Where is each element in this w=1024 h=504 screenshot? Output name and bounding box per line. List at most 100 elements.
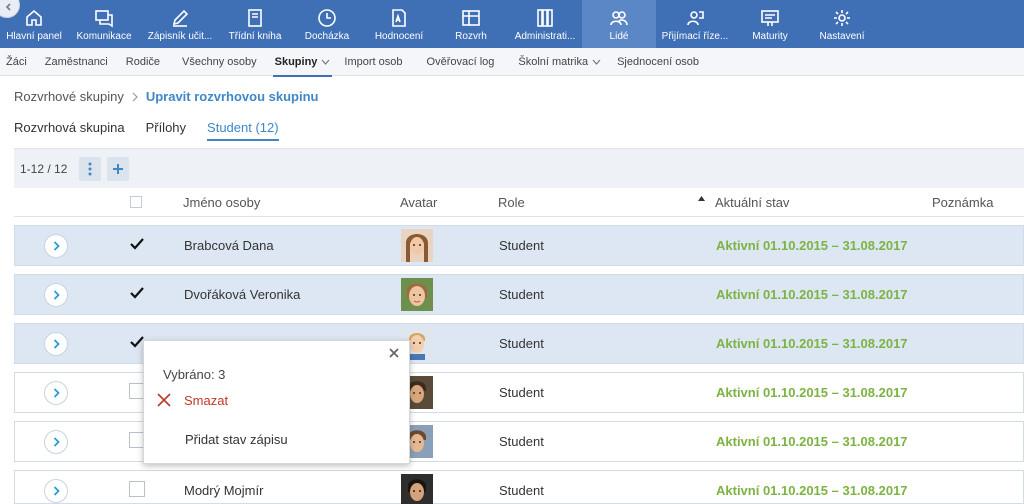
sort-ascending-icon: [698, 196, 705, 201]
nav-item-grades[interactable]: Hodnocení: [364, 0, 434, 48]
chevron-right-icon: [53, 290, 60, 300]
subnav-item-students[interactable]: Žáci: [0, 48, 33, 76]
expand-row-button[interactable]: [44, 332, 68, 356]
checkmark-icon: [130, 336, 144, 348]
table-row[interactable]: Modrý Mojmír Student Aktivní 01.10.2015 …: [14, 470, 1024, 504]
nav-label: Hodnocení: [374, 31, 424, 42]
plus-icon: [113, 163, 124, 174]
list-toolbar: 1-12 / 12: [14, 148, 1024, 188]
person-state: Aktivní 01.10.2015 – 31.08.2017: [716, 483, 908, 498]
breadcrumb-current: Upravit rozvrhovou skupinu: [145, 89, 319, 104]
table-row[interactable]: Dvořáková Veronika Student Aktivní 01.10…: [14, 274, 1024, 315]
subnav-item-merge-persons[interactable]: Sjednocení osob: [611, 48, 705, 76]
subnav-label: Ověřovací log: [426, 55, 495, 68]
column-header-note[interactable]: Poznámka: [932, 195, 993, 210]
subnav-label: Sjednocení osob: [617, 55, 700, 68]
person-name[interactable]: Brabcová Dana: [184, 238, 274, 253]
nav-item-timetable[interactable]: Rozvrh: [434, 0, 508, 48]
vertical-dots-icon: [88, 162, 92, 175]
chat-icon: [95, 10, 113, 28]
nav-label: Nastavení: [819, 31, 865, 42]
nav-label: Rozvrh: [455, 31, 487, 42]
avatar: [401, 278, 433, 311]
expand-row-button[interactable]: [44, 283, 68, 307]
nav-item-settings[interactable]: Nastavení: [806, 0, 878, 48]
subnav-label: Skupiny: [274, 55, 318, 68]
record-count: 1-12 / 12: [20, 161, 68, 176]
column-header-avatar: Avatar: [400, 195, 438, 210]
nav-item-maturity[interactable]: Maturity: [734, 0, 806, 48]
nav-item-attendance[interactable]: Docházka: [290, 0, 364, 48]
subnav-label: Zaměstnanci: [44, 55, 108, 68]
detail-tabs: Rozvrhová skupina Přílohy Student (12): [14, 120, 300, 141]
person-role: Student: [499, 483, 544, 498]
gear-icon: [834, 10, 850, 26]
avatar: [401, 229, 433, 262]
nav-label: Administrati...: [514, 31, 576, 42]
nav-item-people[interactable]: Lidé: [582, 0, 656, 48]
subnav-item-verification-log[interactable]: Ověřovací log: [421, 48, 501, 76]
nav-label: Přijímací říze...: [661, 31, 729, 42]
person-role: Student: [499, 385, 544, 400]
people-icon: [610, 11, 628, 26]
chevron-down-icon: [321, 59, 330, 65]
chevron-right-icon: [53, 241, 60, 251]
nav-label: Docházka: [304, 31, 350, 42]
tab-schedule-group[interactable]: Rozvrhová skupina: [14, 120, 125, 141]
chevron-down-icon: [592, 59, 601, 65]
delete-button[interactable]: Smazat: [156, 392, 228, 408]
expand-row-button[interactable]: [44, 234, 68, 258]
select-all-checkbox[interactable]: [130, 196, 142, 208]
subnav-item-employees[interactable]: Zaměstnanci: [39, 48, 114, 76]
nav-item-class-book[interactable]: Třídní kniha: [220, 0, 290, 48]
nav-label: Zápisník učit...: [147, 31, 213, 42]
chevron-right-icon: [53, 388, 60, 398]
checkmark-icon: [130, 238, 144, 250]
expand-row-button[interactable]: [44, 430, 68, 454]
add-button[interactable]: [107, 156, 130, 181]
nav-item-admission[interactable]: Přijímací říze...: [656, 0, 734, 48]
subnav-label: Všechny osoby: [182, 55, 257, 68]
subnav-item-groups[interactable]: Skupiny: [269, 48, 337, 77]
chevron-right-icon: [53, 486, 60, 496]
expand-row-button[interactable]: [44, 479, 68, 503]
subnav-item-import[interactable]: Import osob: [338, 48, 408, 76]
person-role: Student: [499, 434, 544, 449]
table-row[interactable]: Brabcová Dana Student Aktivní 01.10.2015…: [14, 225, 1024, 266]
subnav-item-all-persons[interactable]: Všechny osoby: [176, 48, 263, 76]
row-checkbox[interactable]: [129, 481, 145, 497]
maturity-icon: [761, 10, 779, 26]
pencil-icon: [172, 9, 189, 27]
column-header-state[interactable]: Aktuální stav: [715, 195, 789, 210]
checkmark-icon: [130, 287, 144, 299]
selected-count: Vybráno: 3: [163, 367, 226, 382]
avatar: [401, 474, 433, 504]
tab-students[interactable]: Student (12): [207, 120, 279, 141]
breadcrumb-root-link[interactable]: Rozvrhové skupiny: [14, 89, 124, 104]
person-role: Student: [499, 238, 544, 253]
nav-item-administration[interactable]: Administrati...: [508, 0, 582, 48]
add-enrollment-state-button[interactable]: Přidat stav zápisu: [185, 432, 288, 447]
nav-item-communication[interactable]: Komunikace: [68, 0, 140, 48]
nav-item-teacher-notebook[interactable]: Zápisník učit...: [140, 0, 220, 48]
subnav-label: Žáci: [6, 55, 27, 68]
selection-actions-popup: Vybráno: 3 Smazat Přidat stav zápisu: [143, 340, 410, 464]
person-state: Aktivní 01.10.2015 – 31.08.2017: [716, 287, 908, 302]
row-checkbox[interactable]: [129, 236, 145, 252]
subnav-item-parents[interactable]: Rodiče: [120, 48, 166, 76]
more-actions-button[interactable]: [79, 156, 102, 181]
person-name[interactable]: Modrý Mojmír: [184, 483, 263, 498]
home-icon: [26, 9, 42, 26]
close-icon[interactable]: [387, 346, 401, 360]
column-header-name[interactable]: Jméno osoby: [183, 195, 260, 210]
chevron-right-icon: [132, 92, 138, 101]
subnav-item-school-register[interactable]: Školní matrika: [512, 48, 607, 76]
table-header: Jméno osoby Avatar Role Aktuální stav Po…: [14, 188, 1024, 217]
person-name[interactable]: Dvořáková Veronika: [184, 287, 300, 302]
delete-label: Smazat: [184, 392, 229, 408]
breadcrumb: Rozvrhové skupiny Upravit rozvrhovou sku…: [14, 89, 318, 104]
column-header-role[interactable]: Role: [498, 195, 525, 210]
tab-attachments[interactable]: Přílohy: [146, 120, 186, 141]
expand-row-button[interactable]: [44, 381, 68, 405]
row-checkbox[interactable]: [129, 285, 145, 301]
